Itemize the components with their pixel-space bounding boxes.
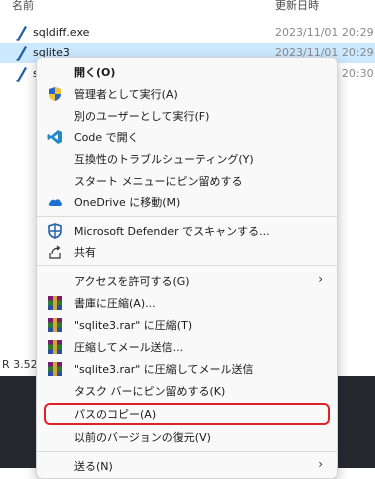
sqlite-file-icon	[16, 67, 27, 82]
file-row[interactable]: sqldiff.exe 2023/11/01 20:29	[0, 23, 375, 43]
menu-item-open-with-code[interactable]: Code で開く	[37, 126, 337, 148]
defender-icon	[48, 223, 62, 239]
menu-separator	[37, 265, 337, 266]
menu-item-label: タスク バーにピン留めする(K)	[74, 385, 226, 398]
menu-item-label: 共有	[74, 246, 96, 259]
sqlite-file-icon	[16, 46, 27, 61]
file-name: sqldiff.exe	[33, 26, 90, 39]
shield-icon	[49, 87, 61, 101]
winrar-icon	[48, 296, 62, 310]
winrar-icon	[48, 340, 62, 354]
share-icon	[49, 245, 61, 259]
winrar-icon	[48, 318, 62, 332]
menu-item-open[interactable]: 開く(O)	[37, 61, 337, 83]
menu-item-add-to-archive[interactable]: 書庫に圧縮(A)...	[37, 292, 337, 314]
file-date: 2023/11/01 20:29	[275, 26, 374, 39]
menu-item-restore-previous-versions[interactable]: 以前のバージョンの復元(V)	[37, 426, 337, 448]
menu-item-label: "sqlite3.rar" に圧縮してメール送信	[74, 363, 254, 376]
chevron-right-icon: ›	[318, 272, 323, 286]
name-column-header[interactable]: 名前	[12, 0, 34, 13]
winrar-icon	[48, 362, 62, 376]
menu-item-defender-scan[interactable]: Microsoft Defender でスキャンする...	[37, 220, 337, 242]
menu-item-move-to-onedrive[interactable]: OneDrive に移動(M)	[37, 191, 337, 213]
menu-item-compress-to-rar-and-email[interactable]: "sqlite3.rar" に圧縮してメール送信	[37, 358, 337, 380]
menu-item-label: 管理者として実行(A)	[74, 88, 178, 101]
menu-item-label: 書庫に圧縮(A)...	[74, 297, 156, 310]
context-menu: 開く(O) 管理者として実行(A) 別のユーザーとして実行(F) Code で開…	[36, 57, 338, 479]
menu-item-label: 送る(N)	[74, 460, 113, 473]
menu-item-label: アクセスを許可する(G)	[74, 275, 190, 288]
menu-item-send-to[interactable]: 送る(N) ›	[37, 455, 337, 477]
menu-item-troubleshoot[interactable]: 互換性のトラブルシューティング(Y)	[37, 148, 337, 170]
menu-item-run-as-admin[interactable]: 管理者として実行(A)	[37, 83, 337, 105]
onedrive-icon	[48, 199, 62, 206]
menu-item-share[interactable]: 共有	[37, 241, 337, 263]
menu-item-label: 互換性のトラブルシューティング(Y)	[74, 153, 254, 166]
date-column-header[interactable]: 更新日時	[275, 0, 319, 13]
menu-item-compress-to-rar[interactable]: "sqlite3.rar" に圧縮(T)	[37, 314, 337, 336]
menu-item-label: 別のユーザーとして実行(F)	[74, 110, 210, 123]
menu-item-label: スタート メニューにピン留めする	[74, 175, 243, 188]
vscode-icon	[47, 130, 62, 144]
menu-separator	[37, 451, 337, 452]
highlight-box	[44, 403, 330, 425]
menu-item-pin-to-taskbar[interactable]: タスク バーにピン留めする(K)	[37, 380, 337, 402]
column-header: 名前 更新日時	[0, 0, 375, 16]
menu-item-label: 以前のバージョンの復元(V)	[74, 431, 211, 444]
menu-item-pin-to-start[interactable]: スタート メニューにピン留めする	[37, 170, 337, 192]
sqlite-file-icon	[16, 26, 27, 41]
menu-item-run-as-other-user[interactable]: 別のユーザーとして実行(F)	[37, 105, 337, 127]
menu-item-label: 開く(O)	[74, 66, 116, 79]
menu-item-label: Code で開く	[74, 131, 139, 144]
menu-item-label: "sqlite3.rar" に圧縮(T)	[74, 319, 193, 332]
chevron-right-icon: ›	[318, 457, 323, 471]
menu-item-compress-and-email[interactable]: 圧縮してメール送信...	[37, 336, 337, 358]
menu-item-grant-access[interactable]: アクセスを許可する(G) ›	[37, 270, 337, 292]
menu-item-label: 圧縮してメール送信...	[74, 341, 184, 354]
menu-separator	[37, 216, 337, 217]
menu-item-label: OneDrive に移動(M)	[74, 196, 181, 209]
menu-item-label: Microsoft Defender でスキャンする...	[74, 225, 270, 238]
